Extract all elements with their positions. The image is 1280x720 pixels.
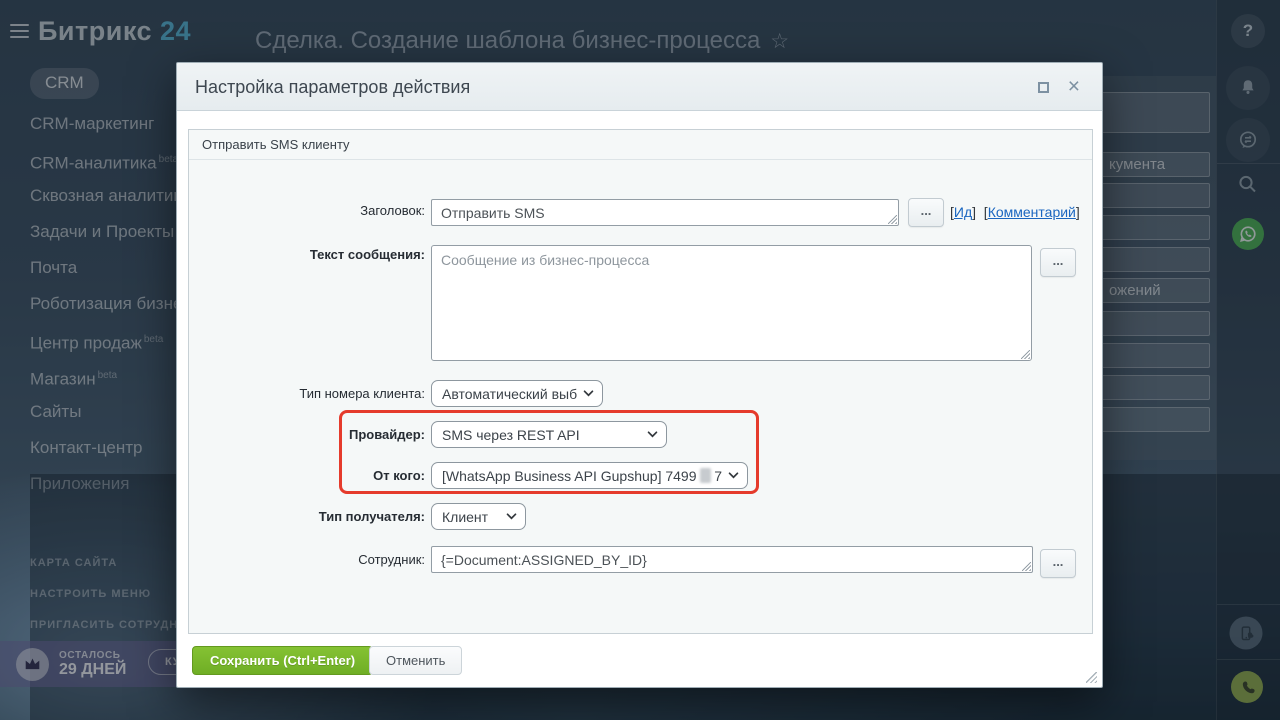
recipient-type-label: Тип получателя: bbox=[318, 509, 425, 524]
chevron-down-icon bbox=[583, 390, 594, 397]
dialog-title: Настройка параметров действия bbox=[195, 77, 471, 97]
cancel-button[interactable]: Отменить bbox=[369, 646, 463, 675]
from-label: От кого: bbox=[373, 468, 425, 483]
message-more-button[interactable]: ... bbox=[1040, 248, 1076, 277]
provider-label: Провайдер: bbox=[348, 427, 425, 442]
maximize-icon[interactable] bbox=[1038, 82, 1049, 93]
resize-grip-icon[interactable] bbox=[888, 215, 897, 224]
save-button[interactable]: Сохранить (Ctrl+Enter) bbox=[192, 646, 374, 675]
recipient-type-select[interactable]: Клиент bbox=[431, 503, 526, 530]
chevron-down-icon bbox=[647, 431, 658, 438]
employee-input[interactable] bbox=[431, 546, 1033, 573]
provider-select[interactable]: SMS через REST API bbox=[431, 421, 667, 448]
chevron-down-icon bbox=[728, 472, 739, 479]
chevron-down-icon bbox=[506, 513, 517, 520]
comment-link[interactable]: Комментарий bbox=[988, 204, 1076, 220]
employee-input-wrap bbox=[431, 546, 1033, 573]
employee-label: Сотрудник: bbox=[358, 552, 425, 567]
dialog-resize-grip-icon[interactable] bbox=[1086, 672, 1097, 683]
message-label: Текст сообщения: bbox=[309, 247, 425, 262]
activity-title: Отправить SMS клиенту bbox=[189, 130, 1092, 160]
number-type-label: Тип номера клиента: bbox=[299, 386, 425, 401]
from-select[interactable]: [WhatsApp Business API Gupshup] 7499 7 bbox=[431, 462, 748, 489]
number-type-select[interactable]: Автоматический выбор bbox=[431, 380, 603, 407]
message-textarea-wrap: Сообщение из бизнес-процесса bbox=[431, 245, 1032, 361]
title-label: Заголовок: bbox=[360, 203, 425, 218]
close-icon[interactable]: × bbox=[1068, 73, 1080, 101]
title-input[interactable] bbox=[431, 199, 899, 226]
employee-more-button[interactable]: ... bbox=[1040, 549, 1076, 578]
title-input-wrap bbox=[431, 199, 899, 226]
title-links: [Ид] [Комментарий] bbox=[950, 204, 1080, 220]
id-link[interactable]: Ид bbox=[954, 204, 972, 220]
title-more-button[interactable]: ... bbox=[908, 198, 944, 227]
app-root: Битрикс 24 Сделка. Создание шаблона бизн… bbox=[0, 0, 1280, 720]
action-settings-dialog: Настройка параметров действия × Отправит… bbox=[176, 62, 1103, 688]
resize-grip-icon[interactable] bbox=[1022, 562, 1031, 571]
activity-form: Отправить SMS клиенту Заголовок: ... [Ид… bbox=[188, 129, 1093, 634]
dialog-header[interactable]: Настройка параметров действия × bbox=[177, 63, 1102, 111]
redacted-phone-number bbox=[699, 468, 712, 483]
message-textarea[interactable]: Сообщение из бизнес-процесса bbox=[431, 245, 1032, 361]
resize-grip-icon[interactable] bbox=[1021, 350, 1030, 359]
